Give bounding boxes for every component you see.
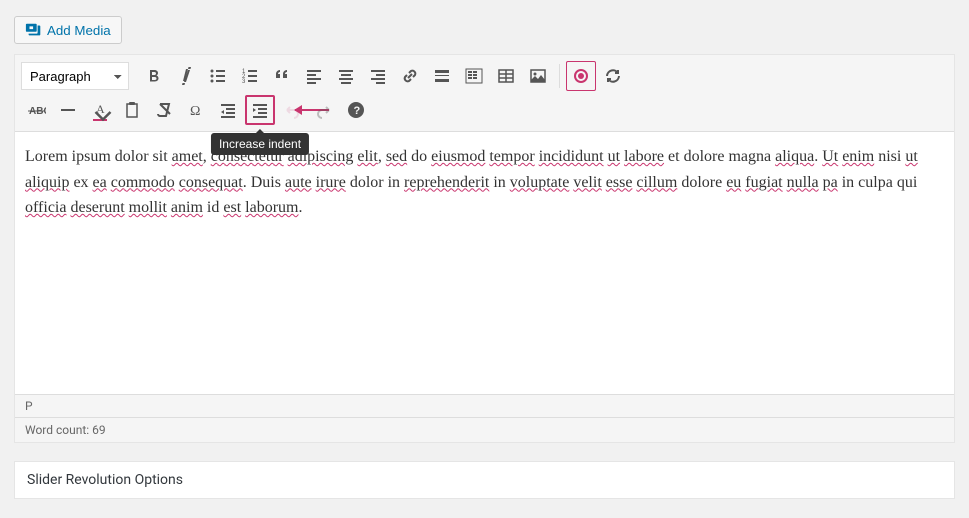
outdent-button[interactable]	[213, 95, 243, 125]
horizontal-rule-button[interactable]	[53, 95, 83, 125]
add-media-label: Add Media	[47, 23, 111, 38]
element-path[interactable]: P	[15, 395, 954, 418]
status-bar: P Word count: 69	[15, 394, 954, 442]
record-button[interactable]	[566, 61, 596, 91]
add-media-button[interactable]: Add Media	[14, 16, 122, 44]
svg-text:?: ?	[354, 105, 361, 117]
image-button[interactable]	[523, 61, 553, 91]
align-right-button[interactable]	[363, 61, 393, 91]
blockquote-button[interactable]	[267, 61, 297, 91]
numbered-list-button[interactable]: 123	[235, 61, 265, 91]
clear-format-button[interactable]	[149, 95, 179, 125]
read-more-button[interactable]	[427, 61, 457, 91]
media-icon	[25, 21, 43, 39]
svg-text:3: 3	[242, 79, 246, 85]
format-select[interactable]: Paragraph	[21, 62, 129, 90]
text-color-button[interactable]: A	[85, 95, 115, 125]
editor-content[interactable]: Lorem ipsum dolor sit amet, consectetur …	[15, 132, 954, 394]
help-button[interactable]: ?	[341, 95, 371, 125]
toolbar-toggle-button[interactable]	[459, 61, 489, 91]
svg-text:Ω: Ω	[190, 104, 200, 119]
indent-button[interactable]: Increase indent	[245, 95, 275, 125]
paragraph: Lorem ipsum dolor sit amet, consectetur …	[25, 144, 944, 221]
bold-button[interactable]	[139, 61, 169, 91]
align-center-button[interactable]	[331, 61, 361, 91]
editor: Paragraph 123 AB	[14, 54, 955, 443]
undo-button[interactable]	[277, 95, 307, 125]
strikethrough-button[interactable]: ABC	[21, 95, 51, 125]
bullet-list-button[interactable]	[203, 61, 233, 91]
link-button[interactable]	[395, 61, 425, 91]
align-left-button[interactable]	[299, 61, 329, 91]
panel-title: Slider Revolution Options	[27, 472, 183, 488]
paste-button[interactable]	[117, 95, 147, 125]
redo-button[interactable]	[309, 95, 339, 125]
table-button[interactable]	[491, 61, 521, 91]
word-count: Word count: 69	[15, 418, 954, 442]
refresh-button[interactable]	[598, 61, 628, 91]
toolbar: Paragraph 123 AB	[15, 55, 954, 132]
slider-revolution-panel[interactable]: Slider Revolution Options	[14, 461, 955, 499]
separator	[559, 64, 560, 88]
special-char-button[interactable]: Ω	[181, 95, 211, 125]
tooltip: Increase indent	[211, 133, 309, 155]
italic-button[interactable]	[171, 61, 201, 91]
record-icon	[574, 69, 588, 83]
